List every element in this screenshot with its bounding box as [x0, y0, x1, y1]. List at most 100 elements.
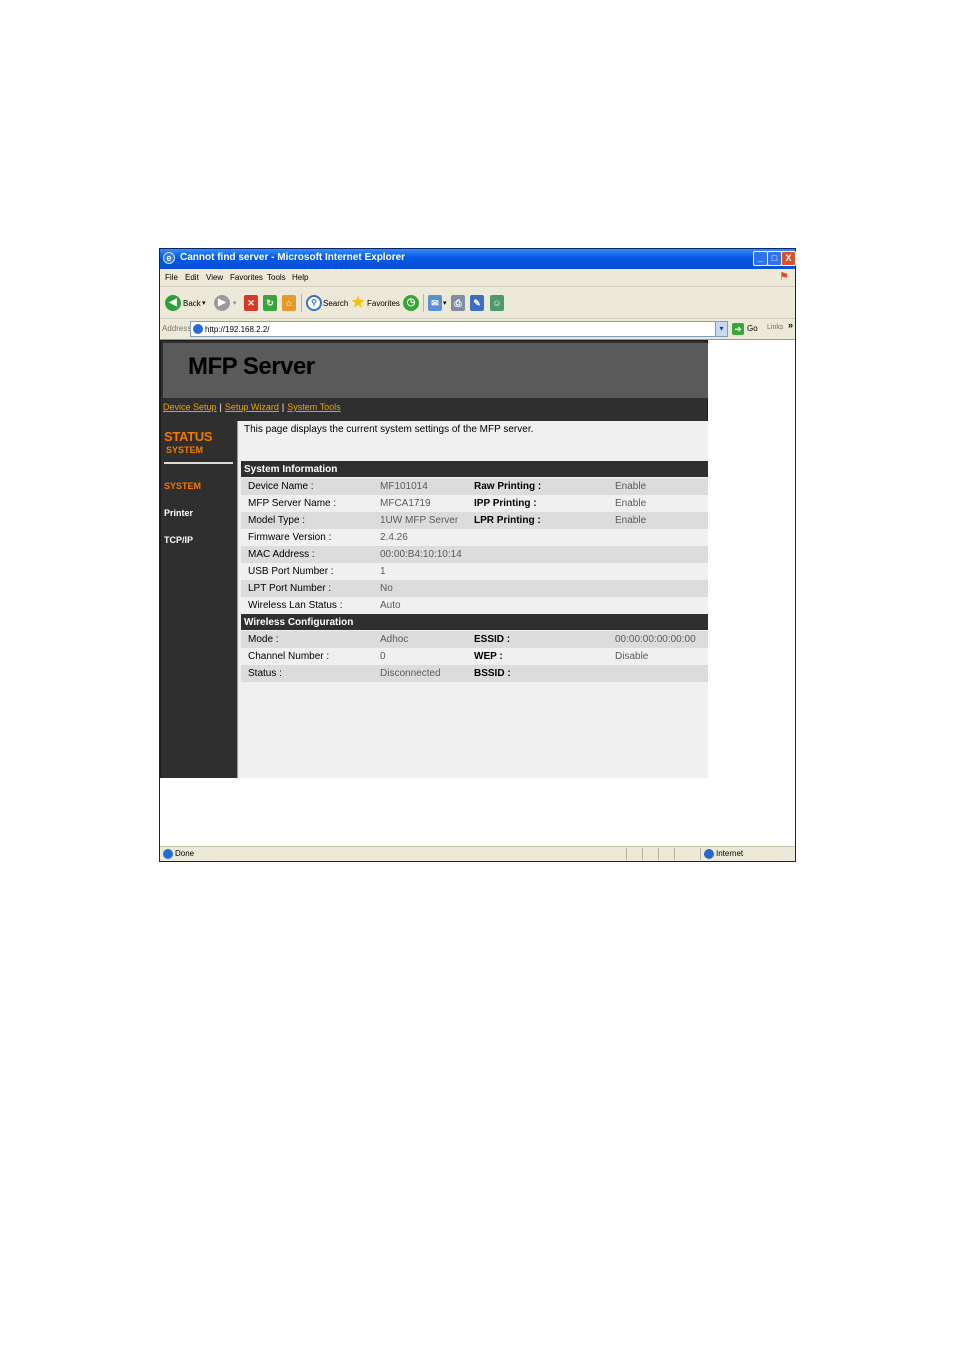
intro-text: This page displays the current system se…: [244, 424, 534, 435]
table-row: LPT Port Number : No: [241, 580, 708, 597]
menu-favorites[interactable]: Favorites: [230, 273, 263, 282]
row-value-2: Enable: [615, 498, 647, 509]
row-label: Firmware Version :: [248, 532, 332, 543]
back-button-label[interactable]: Back: [183, 299, 201, 308]
menu-view[interactable]: View: [206, 273, 223, 282]
nav-setup-wizard[interactable]: Setup Wizard: [225, 402, 279, 412]
mail-dropdown-icon[interactable]: ▾: [443, 299, 447, 307]
row-label-2: Raw Printing :: [474, 481, 542, 492]
row-label-2: IPP Printing :: [474, 498, 537, 509]
favorites-star-icon[interactable]: ★: [350, 295, 366, 311]
window-title: Cannot find server - Microsoft Internet …: [180, 252, 406, 263]
page-viewport: MFP Server Device Setup | Setup Wizard | Sys…: [160, 339, 795, 846]
status-pane-divider: [658, 848, 659, 860]
favorites-button-label[interactable]: Favorites: [367, 299, 400, 308]
row-value: 2.4.26: [380, 532, 408, 543]
table-row: USB Port Number : 1: [241, 563, 708, 580]
history-icon[interactable]: ◷: [403, 295, 419, 311]
row-label: Wireless Lan Status :: [248, 600, 343, 611]
page-icon: [193, 324, 203, 334]
page-header: MFP Server: [163, 343, 708, 398]
sidebar: STATUS SYSTEM SYSTEM Printer TCP/IP: [161, 421, 237, 778]
back-icon[interactable]: ◀: [165, 295, 181, 311]
nav-separator: |: [219, 402, 222, 412]
windows-logo-icon: ⚑: [779, 271, 789, 283]
table-row: Status : Disconnected BSSID :: [241, 665, 708, 682]
maximize-button[interactable]: □: [767, 251, 782, 266]
address-label: Address: [162, 324, 192, 333]
forward-dropdown-icon[interactable]: ▾: [233, 299, 237, 307]
menu-help[interactable]: Help: [292, 273, 308, 282]
mfp-page: MFP Server Device Setup | Setup Wizard | Sys…: [160, 340, 708, 778]
go-button[interactable]: ➜ Go: [732, 321, 762, 337]
table-row: Wireless Lan Status : Auto: [241, 597, 708, 614]
row-value-2: 00:00:00:00:00:00: [615, 634, 696, 645]
status-bar: Done Internet: [160, 846, 795, 861]
table-row: Firmware Version : 2.4.26: [241, 529, 708, 546]
toolbar-separator: [301, 294, 302, 312]
sidebar-subheading: SYSTEM: [166, 445, 204, 455]
toolbar: ◀ Back ▾ ▶ ▾ ✕ ↻ ⌂ ⚲ Search ★ Favorites …: [160, 287, 795, 319]
page-status-icon: [163, 849, 173, 859]
sidebar-item-system[interactable]: SYSTEM: [164, 481, 201, 491]
table-row: Device Name : MF101014 Raw Printing : En…: [241, 478, 708, 495]
print-icon[interactable]: ⎙: [451, 295, 465, 311]
row-label: Device Name :: [248, 481, 314, 492]
nav-system-tools[interactable]: System Tools: [287, 402, 340, 412]
address-input[interactable]: http://192.168.2.2/ ▾: [190, 321, 728, 337]
home-icon[interactable]: ⌂: [282, 295, 296, 311]
sidebar-divider: [164, 462, 233, 464]
row-value: 0: [380, 651, 386, 662]
toolbar-separator: [423, 294, 424, 312]
row-label: MAC Address :: [248, 549, 315, 560]
row-value: No: [380, 583, 393, 594]
minimize-button[interactable]: _: [753, 251, 768, 266]
zone-text: Internet: [716, 849, 744, 858]
links-button[interactable]: Links: [767, 324, 783, 331]
table-row: MAC Address : 00:00:B4:10:10:14: [241, 546, 708, 563]
edit-icon[interactable]: ✎: [470, 295, 484, 311]
close-button[interactable]: X: [781, 251, 796, 266]
row-value: MFCA1719: [380, 498, 431, 509]
search-button-label[interactable]: Search: [323, 299, 348, 308]
row-value-2: Enable: [615, 515, 647, 526]
row-label-2: WEP :: [474, 651, 503, 662]
wireless-configuration-heading: Wireless Configuration: [241, 614, 708, 630]
forward-icon[interactable]: ▶: [214, 295, 230, 311]
sidebar-item-tcpip[interactable]: TCP/IP: [164, 535, 193, 545]
browser-window: e Cannot find server - Microsoft Interne…: [159, 248, 796, 862]
nav-device-setup[interactable]: Device Setup: [163, 402, 217, 412]
status-pane-divider: [674, 848, 675, 860]
row-value: 1UW MFP Server: [380, 515, 459, 526]
address-url[interactable]: http://192.168.2.2/: [205, 325, 270, 334]
address-dropdown-icon[interactable]: ▾: [715, 322, 727, 336]
top-nav: Device Setup | Setup Wizard | System Tools: [163, 402, 341, 412]
row-value: Auto: [380, 600, 401, 611]
row-label-2: LPR Printing :: [474, 515, 541, 526]
status-pane-divider: [700, 848, 701, 860]
links-chevron-icon[interactable]: »: [788, 320, 793, 330]
row-value-2: Enable: [615, 481, 647, 492]
main-content: This page displays the current system se…: [237, 421, 708, 778]
page-title: MFP Server: [188, 353, 315, 380]
search-icon[interactable]: ⚲: [306, 295, 322, 311]
row-value: Disconnected: [380, 668, 441, 679]
sidebar-item-printer[interactable]: Printer: [164, 508, 193, 518]
back-dropdown-icon[interactable]: ▾: [202, 299, 206, 307]
menu-tools[interactable]: Tools: [267, 273, 286, 282]
stop-icon[interactable]: ✕: [244, 295, 258, 311]
row-label: Model Type :: [248, 515, 306, 526]
messenger-icon[interactable]: ☺: [490, 295, 504, 311]
menu-edit[interactable]: Edit: [185, 273, 199, 282]
title-bar: e Cannot find server - Microsoft Interne…: [160, 249, 796, 269]
row-value: 00:00:B4:10:10:14: [380, 549, 462, 560]
menu-file[interactable]: File: [165, 273, 178, 282]
sidebar-heading: STATUS: [164, 429, 213, 444]
table-row: MFP Server Name : MFCA1719 IPP Printing …: [241, 495, 708, 512]
status-pane-divider: [626, 848, 627, 860]
row-label-2: BSSID :: [474, 668, 511, 679]
row-value: MF101014: [380, 481, 428, 492]
row-label: USB Port Number :: [248, 566, 334, 577]
refresh-icon[interactable]: ↻: [263, 295, 277, 311]
mail-icon[interactable]: ✉: [428, 295, 442, 311]
